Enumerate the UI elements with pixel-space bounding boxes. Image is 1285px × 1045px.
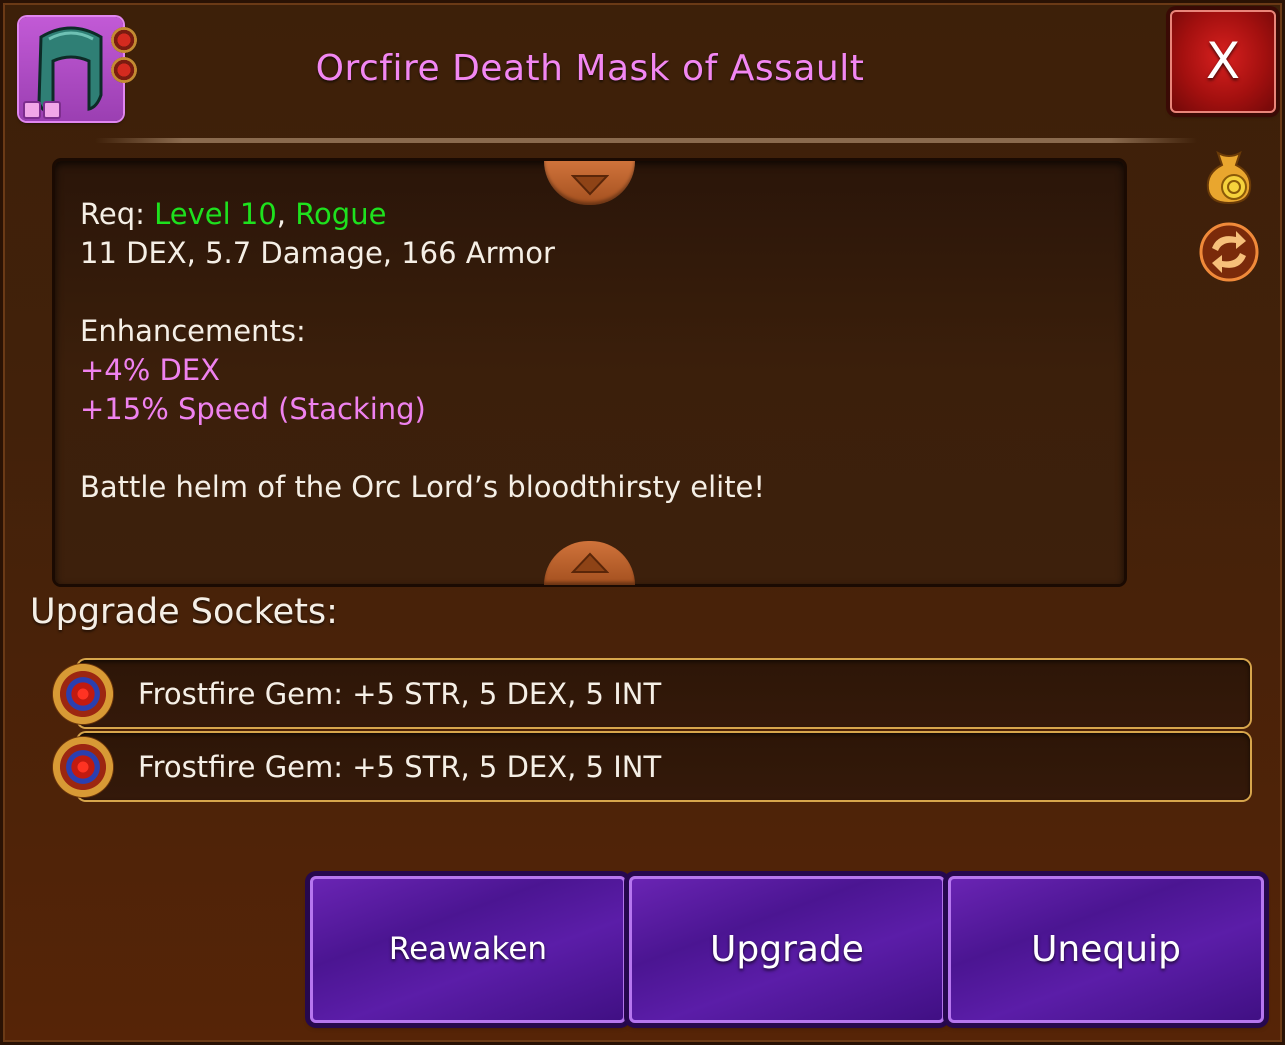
gem-indicator-icon	[111, 57, 137, 83]
unequip-button[interactable]: Unequip	[948, 876, 1264, 1023]
item-detail-panel: Orcfire Death Mask of Assault X Req: Lev…	[0, 0, 1285, 1045]
requirement-class: Rogue	[295, 197, 387, 231]
enhancements-label: Enhancements:	[80, 314, 306, 348]
frostfire-gem-icon	[52, 663, 114, 725]
gold-bag-icon[interactable]	[1198, 145, 1260, 207]
enhancement-item: +15% Speed (Stacking)	[80, 392, 426, 426]
socket-indicator	[43, 101, 61, 119]
requirement-separator: ,	[276, 197, 286, 231]
enhancement-item: +4% DEX	[80, 353, 221, 387]
upgrade-button[interactable]: Upgrade	[629, 876, 945, 1023]
helm-icon	[19, 17, 123, 121]
requirement-line: Req: Level 10, Rogue	[80, 197, 386, 231]
socket-indicator	[23, 101, 41, 119]
divider	[95, 138, 1197, 143]
requirement-level: Level 10	[154, 197, 277, 231]
swap-icon[interactable]	[1198, 221, 1260, 283]
item-description: Battle helm of the Orc Lord’s bloodthirs…	[80, 470, 766, 504]
sockets-title: Upgrade Sockets:	[30, 592, 338, 632]
socket-text: Frostfire Gem: +5 STR, 5 DEX, 5 INT	[138, 750, 662, 784]
reawaken-button[interactable]: Reawaken	[310, 876, 626, 1023]
socket-text: Frostfire Gem: +5 STR, 5 DEX, 5 INT	[138, 677, 662, 711]
close-button[interactable]: X	[1170, 10, 1276, 113]
item-stats: 11 DEX, 5.7 Damage, 166 Armor	[80, 236, 555, 270]
gem-indicator-icon	[111, 27, 137, 53]
frostfire-gem-icon	[52, 736, 114, 798]
item-title: Orcfire Death Mask of Assault	[315, 48, 865, 89]
requirement-label: Req:	[80, 197, 145, 231]
